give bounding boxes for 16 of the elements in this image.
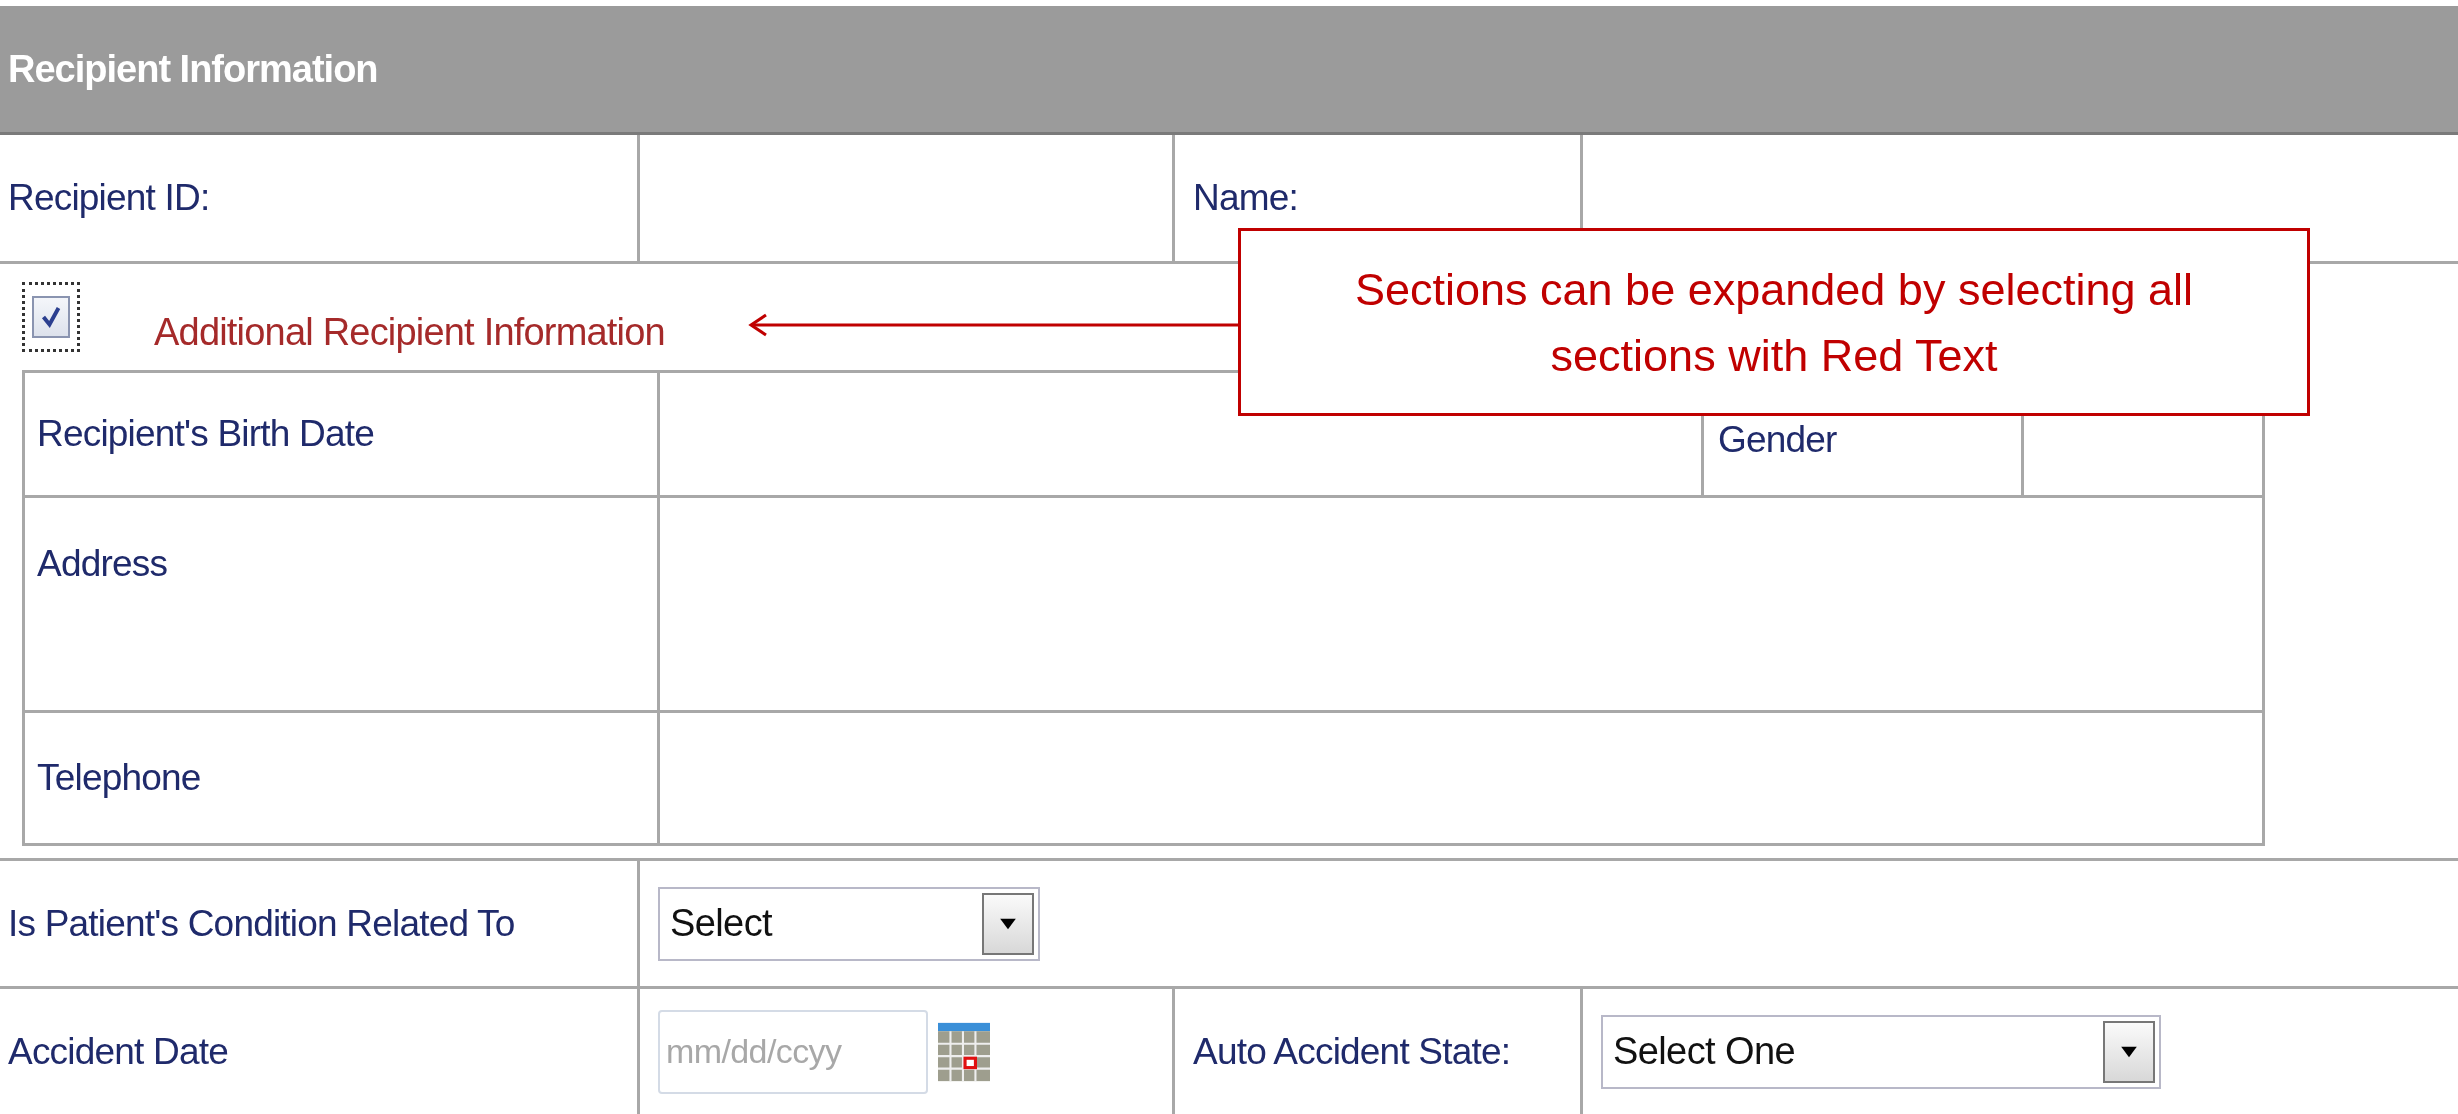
- field-label: Telephone: [37, 757, 201, 799]
- callout-note: Sections can be expanded by selecting all sections with Red Text: [1238, 228, 2310, 416]
- field-label: Recipient's Birth Date: [37, 413, 374, 455]
- section-toggle-link[interactable]: Additional Recipient Information: [154, 310, 665, 354]
- field-label: Gender: [1718, 419, 1837, 461]
- field-label: Is Patient's Condition Related To: [8, 902, 515, 945]
- field-label: Recipient ID:: [8, 177, 210, 219]
- field-label: Auto Accident State:: [1193, 1030, 1511, 1073]
- field-label: Accident Date: [8, 1030, 228, 1073]
- field-label: Address: [37, 543, 168, 585]
- field-label: Name:: [1193, 177, 1298, 219]
- section-title: Recipient Information: [8, 47, 378, 91]
- expand-checkbox[interactable]: [22, 282, 80, 352]
- condition-select[interactable]: Select: [658, 886, 1040, 961]
- date-input-field[interactable]: mm/dd/ccyy: [658, 1009, 928, 1094]
- state-select[interactable]: Select One: [1601, 1014, 2161, 1089]
